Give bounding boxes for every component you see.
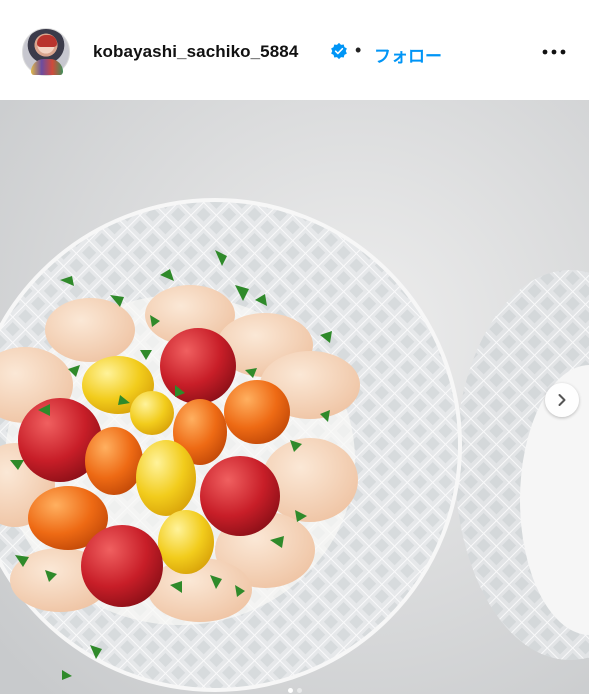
chevron-right-icon (558, 394, 566, 406)
post-header: kobayashi_sachiko_5884 • フォロー (0, 0, 589, 100)
separator-dot: • (355, 40, 362, 60)
post-image[interactable] (0, 100, 589, 694)
carousel-indicators (0, 688, 589, 693)
avatar[interactable] (22, 28, 70, 76)
avatar-hat (37, 35, 57, 47)
verified-badge-icon (331, 42, 347, 60)
avatar-costume (31, 59, 63, 75)
carousel-dot (296, 688, 302, 693)
follow-button[interactable]: フォロー (374, 42, 442, 67)
food-photo (0, 100, 589, 694)
more-options-icon[interactable] (540, 44, 568, 60)
next-image-button[interactable] (545, 383, 579, 417)
carousel-dot-active (287, 688, 293, 693)
username-link[interactable]: kobayashi_sachiko_5884 (93, 42, 298, 62)
